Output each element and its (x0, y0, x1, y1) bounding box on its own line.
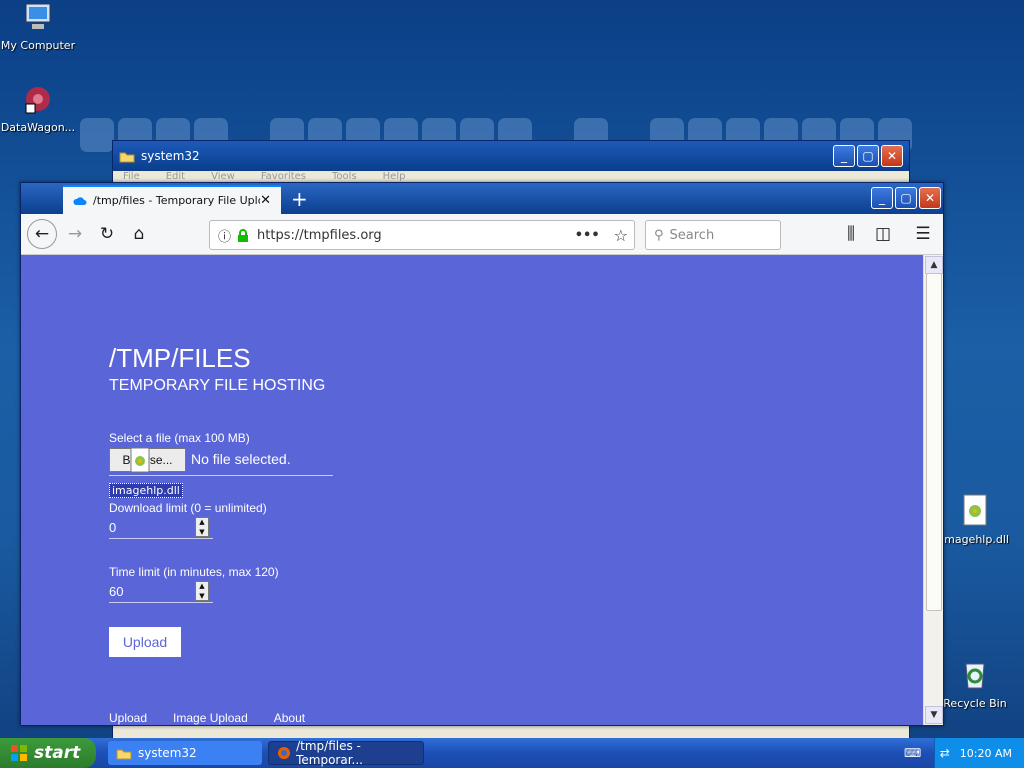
task-system32[interactable]: system32 (108, 741, 262, 765)
windows-logo-icon (11, 745, 27, 761)
system-tray: ⇄ 10:20 AM (934, 738, 1024, 768)
upload-button[interactable]: Upload (109, 627, 181, 657)
page-subtitle: TEMPORARY FILE HOSTING (109, 377, 326, 394)
firefox-icon (278, 747, 290, 759)
bookmark-star-icon[interactable]: ☆ (614, 226, 628, 245)
sidebar-icon[interactable]: ◫ (871, 222, 895, 246)
info-icon[interactable]: ⓘ (218, 226, 231, 245)
scroll-up-button[interactable]: ▲ (925, 256, 943, 274)
desktop-icon-label: DataWagon... (0, 121, 76, 134)
start-label: start (34, 743, 81, 763)
maximize-button[interactable]: ▢ (857, 145, 879, 167)
minimize-button[interactable]: _ (833, 145, 855, 167)
search-input[interactable]: ⚲ Search (645, 220, 781, 250)
footer-link-about[interactable]: About (274, 711, 305, 725)
explorer-titlebar[interactable]: system32 _ ▢ ✕ (113, 141, 909, 171)
home-button[interactable]: ⌂ (127, 222, 151, 246)
search-placeholder: Search (669, 227, 715, 243)
close-button[interactable]: ✕ (881, 145, 903, 167)
page-actions-icon[interactable]: ••• (575, 228, 600, 243)
reload-button[interactable]: ↻ (95, 222, 119, 246)
desktop-icon-my-computer[interactable]: My Computer (0, 2, 83, 52)
footer-link-image-upload[interactable]: Image Upload (173, 711, 248, 725)
network-icon[interactable]: ⇄ (940, 746, 950, 760)
menu-icon[interactable]: ☰ (911, 222, 935, 246)
task-label: system32 (138, 746, 197, 760)
page-content: /TMP/FILES TEMPORARY FILE HOSTING Select… (21, 255, 923, 725)
tab-bar: /tmp/files - Temporary File Upload ✕ + _… (21, 183, 943, 214)
time-limit-stepper[interactable]: ▲ ▼ (195, 581, 209, 601)
time-limit-value[interactable]: 60 (109, 584, 123, 599)
folder-icon (119, 152, 135, 162)
window-controls: _ ▢ ✕ (869, 187, 941, 209)
file-label: Select a file (max 100 MB) (109, 431, 250, 445)
taskbar: start system32 /tmp/files - Temporar... … (0, 738, 1024, 768)
task-firefox[interactable]: /tmp/files - Temporar... (268, 739, 424, 767)
tab-title: /tmp/files - Temporary File Upload (93, 194, 261, 207)
download-limit-label: Download limit (0 = unlimited) (109, 501, 267, 515)
url-bar[interactable]: ⓘ https://tmpfiles.org ••• ☆ (209, 220, 635, 250)
search-icon: ⚲ (654, 227, 664, 243)
computer-icon (25, 3, 51, 29)
new-tab-button[interactable]: + (291, 187, 308, 211)
lock-icon (238, 228, 249, 242)
recycle-bin-icon (965, 663, 985, 689)
forward-button[interactable]: → (63, 222, 87, 246)
desktop-icon-label: My Computer (0, 39, 76, 52)
scroll-thumb[interactable] (926, 273, 942, 611)
url-text: https://tmpfiles.org (257, 227, 382, 243)
time-underline (109, 602, 213, 603)
folder-icon (116, 749, 132, 759)
clock[interactable]: 10:20 AM (960, 747, 1012, 760)
explorer-title: system32 (141, 149, 200, 163)
file-underline (109, 475, 333, 476)
dragged-file-label: imagehlp.dll (109, 483, 183, 498)
footer-link-upload[interactable]: Upload (109, 711, 147, 725)
vertical-scrollbar[interactable]: ▲ ▼ (923, 255, 943, 725)
cloud-icon (73, 196, 87, 205)
time-limit-label: Time limit (in minutes, max 120) (109, 565, 279, 579)
close-button[interactable]: ✕ (919, 187, 941, 209)
desktop-icon-datawagon[interactable]: DataWagon... (0, 84, 83, 134)
download-underline (109, 538, 213, 539)
download-limit-value[interactable]: 0 (109, 520, 116, 535)
library-icon[interactable]: ⫼ (839, 222, 863, 246)
no-file-text: No file selected. (191, 451, 291, 467)
footer-links: Upload Image Upload About (109, 711, 305, 725)
download-limit-stepper[interactable]: ▲ ▼ (195, 517, 209, 537)
task-label: /tmp/files - Temporar... (296, 739, 363, 767)
back-button[interactable]: ← (27, 219, 57, 249)
browser-window: /tmp/files - Temporary File Upload ✕ + _… (20, 182, 944, 726)
nav-toolbar: ← → ↻ ⌂ ⓘ https://tmpfiles.org ••• ☆ ⚲ S… (21, 214, 943, 255)
tab-tmpfiles[interactable]: /tmp/files - Temporary File Upload ✕ (63, 185, 281, 214)
scroll-down-button[interactable]: ▼ (925, 706, 943, 724)
datawagon-icon (25, 87, 50, 114)
keyboard-icon[interactable]: ⌨ (904, 746, 921, 760)
dragged-dll-icon (130, 447, 150, 473)
start-button[interactable]: start (0, 738, 96, 768)
maximize-button[interactable]: ▢ (895, 187, 917, 209)
tab-close-icon[interactable]: ✕ (260, 193, 271, 208)
dll-file-icon (963, 494, 987, 526)
page-title: /TMP/FILES (109, 343, 251, 373)
minimize-button[interactable]: _ (871, 187, 893, 209)
